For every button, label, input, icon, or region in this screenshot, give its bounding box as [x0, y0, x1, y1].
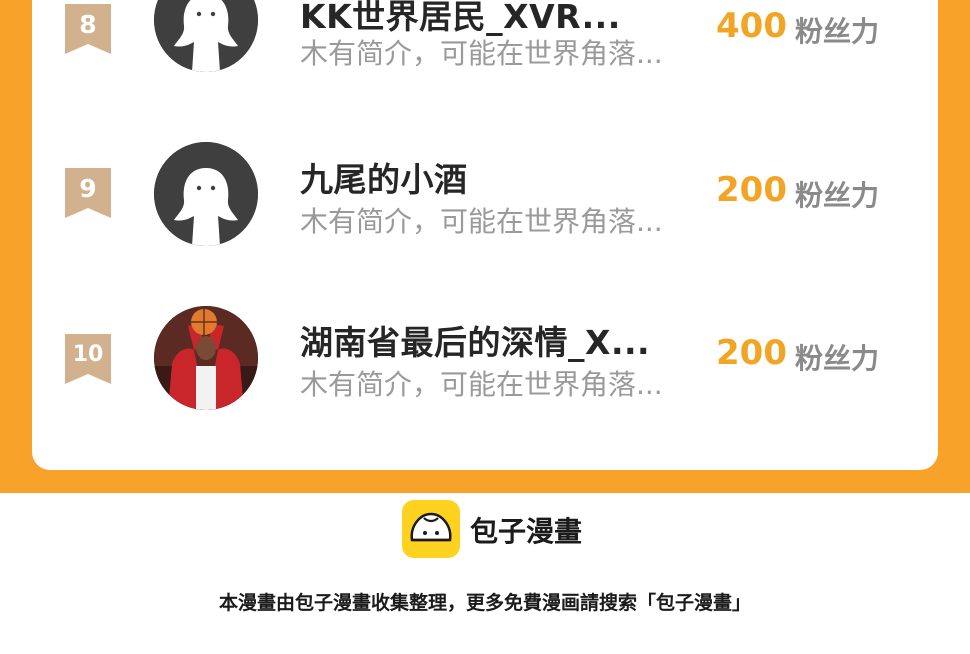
user-name[interactable]: 九尾的小酒 [300, 153, 468, 201]
user-bio: 木有简介，可能在世界角落... [300, 37, 663, 70]
fan-score: 200 [716, 333, 787, 373]
leaderboard-card: 8 KK世界居民_XVR... 木有简介，可能在世界角落... 400 粉丝力 … [32, 0, 938, 470]
user-bio: 木有简介，可能在世界角落... [300, 368, 663, 401]
basketball-player-avatar [154, 306, 258, 410]
rank-badge: 10 [65, 334, 111, 384]
leaderboard-row[interactable]: 9 九尾的小酒 木有简介，可能在世界角落... 200 粉丝力 [32, 138, 938, 248]
user-bio: 木有简介，可能在世界角落... [300, 205, 663, 238]
avatar[interactable] [154, 142, 258, 246]
leaderboard-row[interactable]: 8 KK世界居民_XVR... 木有简介，可能在世界角落... 400 粉丝力 [32, 0, 938, 80]
default-avatar-icon [154, 0, 258, 72]
fan-score-unit: 粉丝力 [795, 15, 880, 48]
footer-brand: 包子漫畫 [470, 515, 583, 548]
rank-badge: 8 [65, 4, 111, 54]
fan-score: 400 [716, 6, 787, 46]
fan-score-unit: 粉丝力 [795, 342, 880, 375]
leaderboard-row[interactable]: 10 湖南省最后的深情_X... 木有简介，可能在世界角落... 200 粉丝力 [32, 302, 938, 412]
avatar[interactable] [154, 0, 258, 72]
fan-score: 200 [716, 170, 787, 210]
footer-note: 本漫畫由包子漫畫收集整理，更多免費漫画請搜索「包子漫畫」 [218, 592, 751, 614]
rank-badge: 9 [65, 168, 111, 218]
avatar[interactable] [154, 306, 258, 410]
bun-logo-icon [402, 500, 460, 558]
default-avatar-icon [154, 142, 258, 246]
bun-logo-graphic [410, 512, 452, 542]
user-name[interactable]: 湖南省最后的深情_X... [300, 316, 650, 364]
fan-score-unit: 粉丝力 [795, 179, 880, 212]
